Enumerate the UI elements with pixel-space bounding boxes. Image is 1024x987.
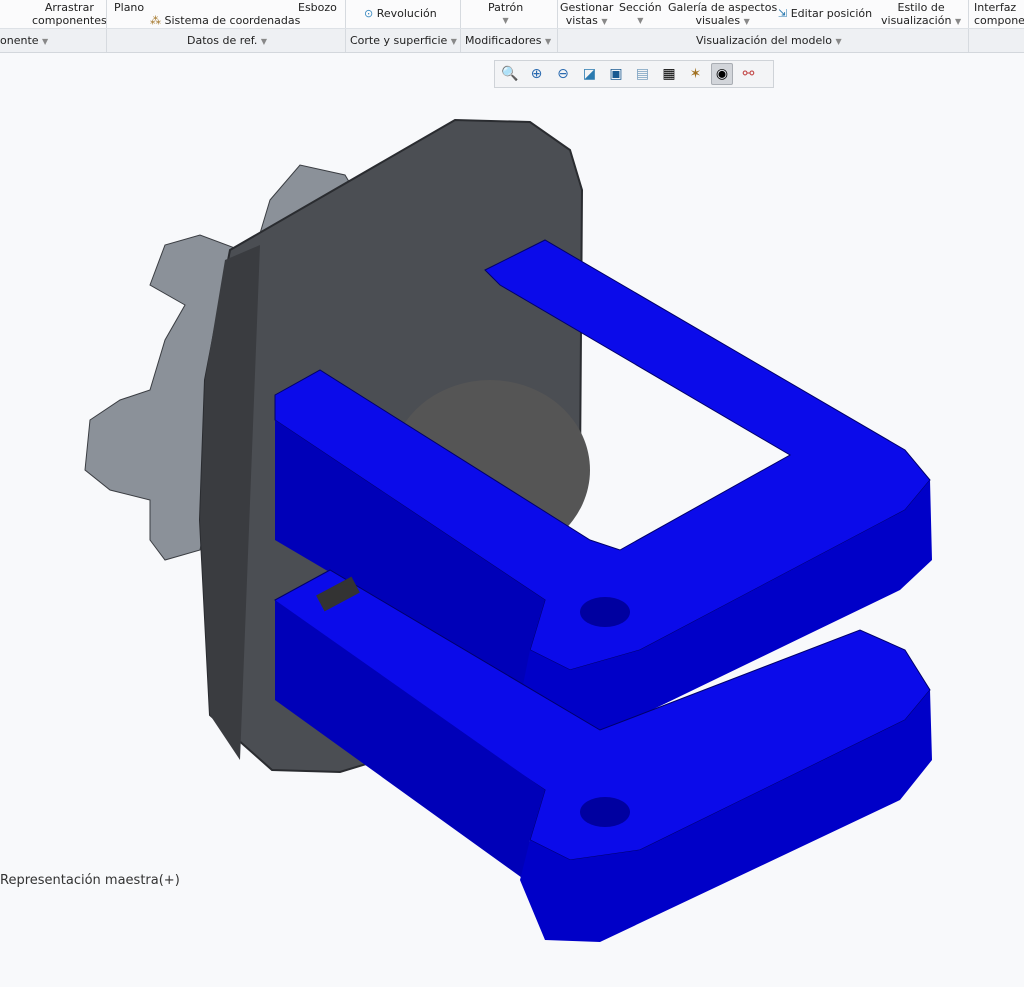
view-manager-icon[interactable]: ▦	[658, 63, 680, 85]
component-interface-button[interactable]: Interfazcomponentes	[974, 1, 1024, 27]
plane-button[interactable]: Plano	[114, 1, 144, 14]
revolve-button[interactable]: ⊙ Revolución	[364, 7, 437, 20]
3d-model-viewport[interactable]	[0, 88, 1024, 958]
coordinate-system-button[interactable]: ⁂ Sistema de coordenadas	[150, 14, 300, 27]
representation-label: Representación maestra(+)	[0, 873, 180, 888]
refit-icon[interactable]: 🔍	[499, 63, 521, 85]
manage-views-button[interactable]: Gestionar vistas ▼	[560, 1, 613, 28]
group-component[interactable]: onente ▼	[0, 34, 48, 47]
annotation-display-icon[interactable]: ⚯	[738, 63, 760, 85]
sketch-button[interactable]: Esbozo	[298, 1, 337, 14]
edit-position-button[interactable]: ⇲ Editar posición	[778, 7, 872, 20]
saved-orientations-icon[interactable]: ▤	[632, 63, 654, 85]
drag-components-button[interactable]: Arrastrar componentes	[32, 1, 107, 27]
repaint-icon[interactable]: ◪	[579, 63, 601, 85]
group-cut-surface[interactable]: Corte y superficie ▼	[350, 34, 457, 47]
view-toolbar: 🔍 ⊕ ⊖ ◪ ▣ ▤ ▦ ✶ ◉ ⚯	[494, 60, 774, 88]
group-model-display[interactable]: Visualización del modelo ▼	[696, 34, 842, 47]
coordinate-system-icon: ⁂	[150, 14, 165, 27]
appearance-gallery-button[interactable]: Galería de aspectos visuales ▼	[668, 1, 777, 28]
spin-center-icon[interactable]: ◉	[711, 63, 733, 85]
display-style-button[interactable]: Estilo de visualización ▼	[881, 1, 961, 28]
section-button[interactable]: Sección ▼	[619, 1, 662, 27]
display-style-icon[interactable]: ▣	[605, 63, 627, 85]
ribbon: Arrastrar componentes Plano ⁂ Sistema de …	[0, 0, 1024, 29]
pattern-button[interactable]: Patrón ▼	[488, 1, 523, 27]
revolve-icon: ⊙	[364, 7, 377, 20]
datum-display-icon[interactable]: ✶	[685, 63, 707, 85]
ribbon-group-bar: onente ▼ Datos de ref. ▼ Corte y superfi…	[0, 29, 1024, 53]
edit-position-icon: ⇲	[778, 7, 791, 20]
group-modifiers[interactable]: Modificadores ▼	[465, 34, 551, 47]
group-datum[interactable]: Datos de ref. ▼	[187, 34, 267, 47]
zoom-out-icon[interactable]: ⊖	[552, 63, 574, 85]
zoom-in-icon[interactable]: ⊕	[526, 63, 548, 85]
